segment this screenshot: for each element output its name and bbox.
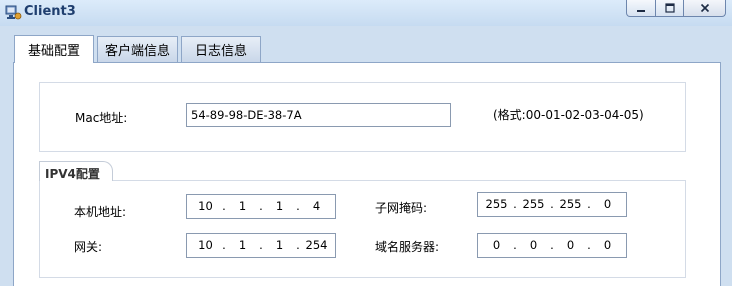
local-ip-input[interactable]: 10 . 1 . 1 . 4 [186, 194, 336, 219]
maximize-icon [664, 3, 675, 13]
maximize-button[interactable] [656, 0, 684, 17]
ip-octet: 10 [198, 199, 213, 213]
ip-octet: 4 [312, 199, 321, 213]
window-controls [626, 0, 726, 17]
ip-octet: 255 [559, 197, 582, 211]
ip-octet: 10 [198, 238, 213, 252]
client-app-icon [4, 4, 22, 22]
ip-octet: 0 [603, 197, 612, 211]
minimize-button[interactable] [626, 0, 656, 17]
tab-strip: 基础配置 客户端信息 日志信息 [0, 26, 732, 63]
ip-octet: 1 [238, 199, 247, 213]
close-icon [700, 3, 709, 13]
ip-octet: 254 [305, 238, 328, 252]
mac-group: Mac地址: 54-89-98-DE-38-7A (格式:00-01-02-03… [39, 82, 686, 152]
tab-log-info[interactable]: 日志信息 [181, 36, 261, 62]
ip-octet: 255 [485, 197, 508, 211]
mac-label: Mac地址: [75, 111, 128, 125]
gateway-label: 网关: [74, 240, 103, 254]
ipv4-section-label: IPV4配置 [45, 167, 100, 181]
ip-octet: 0 [492, 238, 501, 252]
ip-octet: 1 [275, 238, 284, 252]
tab-client-info[interactable]: 客户端信息 [97, 36, 178, 62]
dns-server-label: 域名服务器: [375, 240, 440, 254]
ipv4-group: 本机地址: 10 . 1 . 1 . 4 子网掩码: 255 . 255 . 2… [39, 180, 686, 278]
ip-octet: 0 [566, 238, 575, 252]
subnet-mask-input[interactable]: 255 . 255 . 255 . 0 [477, 192, 627, 217]
ip-octet: 255 [522, 197, 545, 211]
mac-address-input[interactable]: 54-89-98-DE-38-7A [186, 103, 451, 127]
tab-basic-config[interactable]: 基础配置 [14, 35, 94, 63]
subnet-mask-label: 子网掩码: [375, 201, 428, 215]
local-ip-label: 本机地址: [74, 205, 127, 219]
ipv4-section-tab: IPV4配置 [39, 161, 113, 181]
dns-server-input[interactable]: 0 . 0 . 0 . 0 [477, 233, 627, 258]
mac-address-value: 54-89-98-DE-38-7A [191, 108, 302, 122]
ip-octet: 0 [529, 238, 538, 252]
mac-format-hint: (格式:00-01-02-03-04-05) [493, 108, 644, 122]
ip-octet: 1 [275, 199, 284, 213]
gateway-input[interactable]: 10 . 1 . 1 . 254 [186, 233, 336, 258]
window-title: Client3 [24, 4, 76, 19]
basic-config-pane: Mac地址: 54-89-98-DE-38-7A (格式:00-01-02-03… [13, 62, 721, 286]
ip-octet: 1 [238, 238, 247, 252]
close-button[interactable] [684, 0, 726, 17]
minimize-icon [637, 10, 645, 12]
window-titlebar[interactable]: Client3 [0, 0, 732, 26]
ip-octet: 0 [603, 238, 612, 252]
